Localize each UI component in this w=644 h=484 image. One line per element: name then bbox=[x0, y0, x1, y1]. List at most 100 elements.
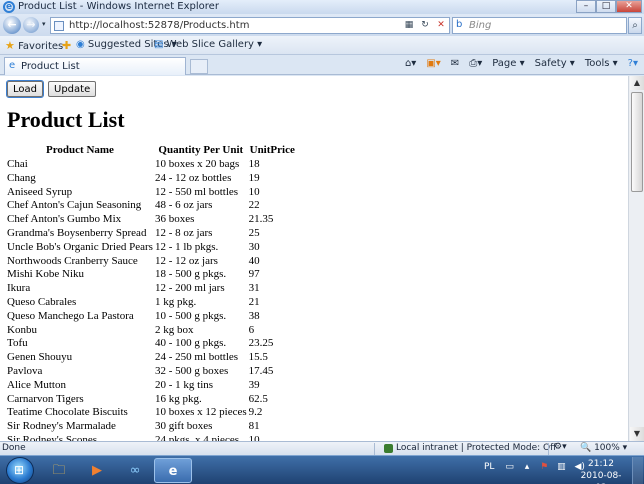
search-box[interactable]: b Bing bbox=[452, 17, 627, 34]
print-icon[interactable]: ⎙▾ bbox=[469, 58, 482, 69]
unitprice-cell: 15.5 bbox=[248, 351, 268, 364]
product-name-cell: Queso Cabrales bbox=[7, 295, 77, 308]
table-row: Grandma's Boysenberry Spread 12 - 8 oz ja… bbox=[6, 227, 297, 241]
action-buttons: Load Update bbox=[6, 80, 97, 98]
unitprice-cell: 31 bbox=[248, 282, 260, 295]
status-text: Done bbox=[2, 443, 26, 453]
unitprice-cell: 25 bbox=[248, 226, 260, 239]
close-button[interactable]: ✕ bbox=[616, 0, 642, 13]
explorer-taskbar-icon[interactable]: 🗀 bbox=[40, 458, 78, 483]
scroll-down-arrow[interactable]: ▼ bbox=[630, 427, 644, 441]
unitprice-cell: 62.5 bbox=[248, 392, 268, 405]
vertical-scrollbar[interactable]: ▲ ▼ bbox=[628, 76, 644, 441]
tools-menu[interactable]: Tools ▾ bbox=[585, 58, 618, 69]
media-player-taskbar-icon[interactable]: ▶ bbox=[78, 458, 116, 483]
page-menu[interactable]: Page ▾ bbox=[492, 58, 524, 69]
minimize-button[interactable]: – bbox=[576, 0, 596, 13]
unitprice-cell: 23.25 bbox=[248, 337, 274, 350]
product-name-cell: Grandma's Boysenberry Spread bbox=[7, 226, 147, 239]
web-slice-gallery-link[interactable]: ▤ Web Slice Gallery ▾ bbox=[154, 39, 262, 50]
add-favorite-icon[interactable]: ✚ bbox=[62, 39, 71, 52]
compatibility-view-icon[interactable]: ▦ bbox=[402, 18, 416, 32]
product-name-cell: Konbu bbox=[7, 323, 37, 336]
table-row: Pavlova 32 - 500 g boxes 17.45 bbox=[6, 365, 297, 379]
taskbar: ⊞ 🗀 ▶ ∞ e PL ▭ ▴ ⚑ ▥ ◀) 21:12 2010-08-02 bbox=[0, 455, 644, 484]
status-separator bbox=[374, 443, 375, 455]
network-icon[interactable]: ▥ bbox=[557, 462, 566, 472]
address-bar[interactable]: http://localhost:52878/Products.htm bbox=[50, 17, 450, 34]
product-name-cell: Uncle Bob's Organic Dried Pears bbox=[7, 240, 153, 253]
forward-button[interactable]: → bbox=[23, 17, 39, 33]
scroll-up-arrow[interactable]: ▲ bbox=[630, 76, 644, 90]
mail-icon[interactable]: ✉ bbox=[451, 58, 459, 69]
help-menu[interactable]: ?▾ bbox=[628, 58, 638, 69]
unitprice-cell: 39 bbox=[248, 378, 260, 391]
show-desktop-button[interactable] bbox=[632, 457, 643, 484]
keyboard-icon[interactable]: ▭ bbox=[505, 462, 514, 472]
table-row: Tofu 40 - 100 g pkgs. 23.25 bbox=[6, 337, 297, 351]
quantity-cell: 32 - 500 g boxes bbox=[154, 364, 229, 377]
zoom-value: 100% bbox=[594, 443, 620, 453]
internet-explorer-taskbar-icon[interactable]: e bbox=[154, 458, 192, 483]
unitprice-cell: 19 bbox=[248, 171, 260, 184]
page-content: Load Update Product List Product Name Qu… bbox=[0, 76, 628, 441]
scroll-thumb[interactable] bbox=[631, 92, 643, 192]
column-header-quantity: Quantity Per Unit bbox=[158, 144, 244, 156]
table-header-row: Product Name Quantity Per Unit UnitPrice bbox=[6, 144, 297, 158]
unitprice-cell: 21.35 bbox=[248, 213, 274, 226]
unitprice-cell: 40 bbox=[248, 254, 260, 267]
maximize-button[interactable]: □ bbox=[596, 0, 616, 13]
recent-pages-dropdown[interactable]: ▾ bbox=[42, 20, 46, 28]
quantity-cell: 40 - 100 g pkgs. bbox=[154, 337, 227, 350]
show-hidden-icons-icon[interactable]: ▴ bbox=[525, 462, 530, 472]
clock-date: 2010-08-02 bbox=[580, 471, 622, 484]
web-slice-icon: ▤ bbox=[154, 39, 164, 50]
stop-icon[interactable]: ✕ bbox=[434, 18, 448, 32]
table-row: Teatime Chocolate Biscuits 10 boxes x 12 … bbox=[6, 406, 297, 420]
security-zone[interactable]: Local intranet | Protected Mode: Off bbox=[396, 443, 556, 453]
search-icon[interactable]: ⌕ bbox=[628, 17, 642, 34]
tab-page-icon: e bbox=[9, 60, 16, 71]
window-controls: – □ ✕ bbox=[576, 0, 642, 13]
quantity-cell: 12 - 12 oz jars bbox=[154, 254, 218, 267]
product-name-cell: Teatime Chocolate Biscuits bbox=[7, 406, 128, 419]
language-indicator[interactable]: PL bbox=[484, 462, 494, 472]
quantity-cell: 30 gift boxes bbox=[154, 420, 213, 433]
status-separator bbox=[548, 443, 549, 455]
protected-mode-icon[interactable]: ⚙▾ bbox=[554, 442, 567, 452]
feeds-icon[interactable]: ▣▾ bbox=[426, 58, 440, 69]
page-icon bbox=[54, 21, 64, 31]
home-icon[interactable]: ⌂▾ bbox=[405, 58, 416, 69]
quantity-cell: 24 - 250 ml bottles bbox=[154, 351, 239, 364]
tab-label: Product List bbox=[21, 61, 80, 72]
load-button[interactable]: Load bbox=[6, 80, 44, 98]
refresh-icon[interactable]: ↻ bbox=[418, 18, 432, 32]
favorites-button[interactable]: ★ Favorites bbox=[5, 39, 63, 52]
table-row: Carnarvon Tigers 16 kg pkg. 62.5 bbox=[6, 393, 297, 407]
product-name-cell: Chai bbox=[7, 158, 28, 170]
table-row: Alice Mutton 20 - 1 kg tins 39 bbox=[6, 379, 297, 393]
intranet-zone-icon bbox=[384, 444, 393, 453]
zoom-level[interactable]: 🔍 100% ▾ bbox=[580, 443, 627, 453]
new-tab-button[interactable] bbox=[190, 59, 208, 74]
tab-row: e Product List ⌂▾ ▣▾ ✉ ⎙▾ Page ▾ Safety … bbox=[0, 55, 644, 75]
address-row: ← → ▾ http://localhost:52878/Products.ht… bbox=[0, 14, 644, 36]
tab-product-list[interactable]: e Product List bbox=[4, 57, 186, 75]
start-button[interactable]: ⊞ bbox=[6, 457, 34, 484]
address-url[interactable]: http://localhost:52878/Products.htm bbox=[69, 20, 249, 31]
action-center-icon[interactable]: ⚑ bbox=[540, 462, 548, 472]
page-title: Product List bbox=[7, 107, 125, 132]
back-button[interactable]: ← bbox=[3, 16, 21, 34]
quantity-cell: 12 - 200 ml jars bbox=[154, 282, 225, 295]
table-row: Northwoods Cranberry Sauce 12 - 12 oz jar… bbox=[6, 255, 297, 269]
system-clock[interactable]: 21:12 2010-08-02 bbox=[575, 458, 627, 484]
title-bar: e Product List - Windows Internet Explor… bbox=[0, 0, 644, 14]
safety-menu[interactable]: Safety ▾ bbox=[535, 58, 575, 69]
update-button[interactable]: Update bbox=[48, 81, 97, 97]
bing-icon: b bbox=[456, 19, 463, 30]
table-row: Uncle Bob's Organic Dried Pears 12 - 1 lb… bbox=[6, 241, 297, 255]
table-row: Queso Manchego La Pastora 10 - 500 g pkgs… bbox=[6, 310, 297, 324]
visual-studio-taskbar-icon[interactable]: ∞ bbox=[116, 458, 154, 483]
clock-time: 21:12 bbox=[588, 459, 614, 469]
table-body: Chai 10 boxes x 20 bags 18 Chang 24 - 12 oz … bbox=[6, 158, 297, 441]
